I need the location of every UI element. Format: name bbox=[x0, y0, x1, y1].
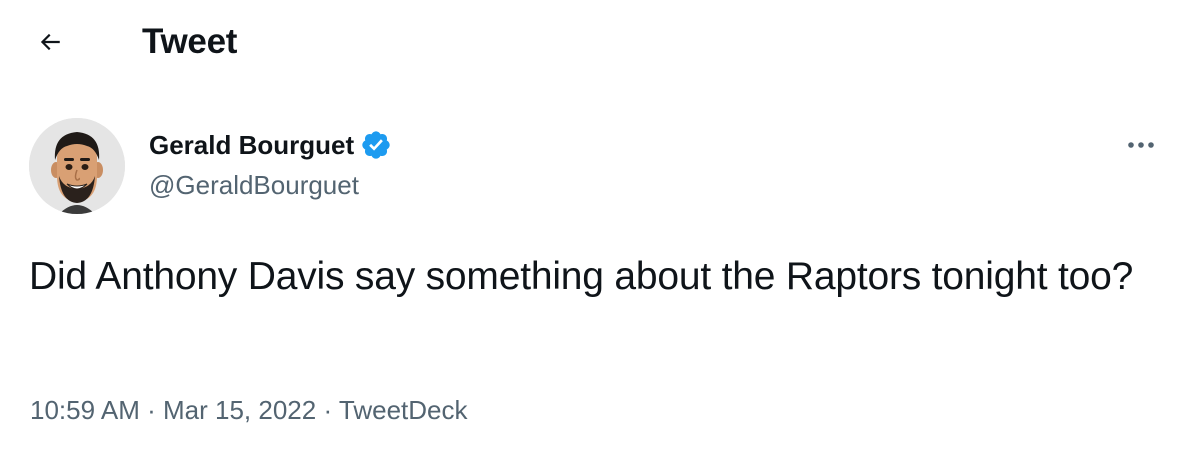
avatar[interactable] bbox=[29, 118, 125, 214]
back-button[interactable] bbox=[30, 22, 70, 62]
avatar-image bbox=[29, 118, 125, 214]
tweet-text: Did Anthony Davis say something about th… bbox=[29, 255, 1134, 298]
author-display-name-row[interactable]: Gerald Bourguet bbox=[149, 128, 392, 162]
more-options-icon bbox=[1128, 142, 1154, 148]
author-display-name: Gerald Bourguet bbox=[149, 130, 355, 160]
tweet-meta: 10:59 AM · Mar 15, 2022 · TweetDeck bbox=[30, 392, 468, 428]
tweet-source[interactable]: TweetDeck bbox=[339, 395, 468, 425]
author-handle[interactable]: @GeraldBourguet bbox=[149, 168, 359, 202]
tweet-time[interactable]: 10:59 AM bbox=[30, 395, 140, 425]
tweet-header: Tweet bbox=[0, 0, 1194, 84]
meta-separator: · bbox=[323, 395, 333, 425]
arrow-left-icon bbox=[40, 33, 60, 51]
more-options-button[interactable] bbox=[1118, 128, 1164, 162]
meta-separator: · bbox=[147, 395, 156, 425]
verified-badge-icon bbox=[362, 131, 390, 159]
tweet-date[interactable]: Mar 15, 2022 bbox=[163, 395, 316, 425]
page-title: Tweet bbox=[142, 22, 238, 61]
